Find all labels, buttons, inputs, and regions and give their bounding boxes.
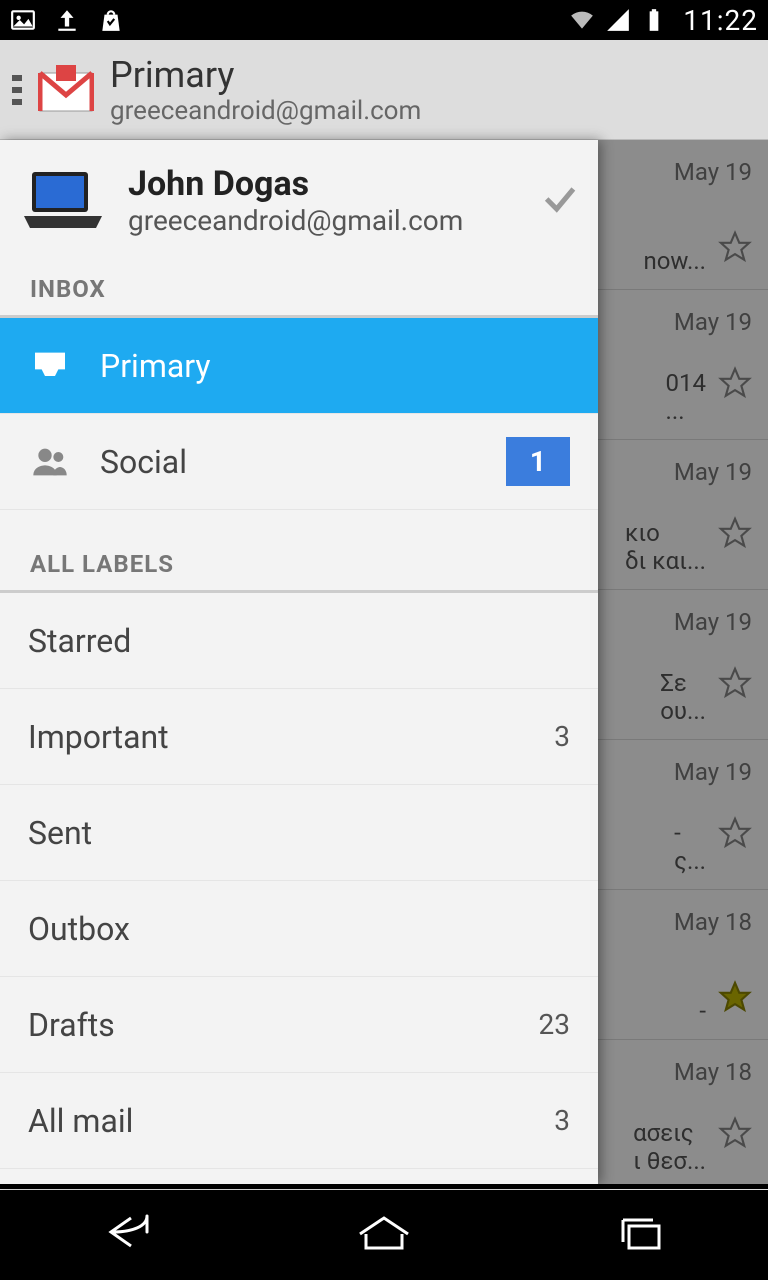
people-icon [28,440,72,484]
item-count: 3 [554,720,570,753]
avatar-laptop-icon [18,166,108,236]
label-item-all-mail[interactable]: All mail 3 [0,1073,598,1169]
header-subtitle: greeceandroid@gmail.com [110,96,421,126]
back-button[interactable] [68,1202,188,1262]
main-area: May 19 now... May 19 014... May 19 κιοδι… [0,140,768,1184]
recent-button[interactable] [580,1202,700,1262]
item-label: Social [100,443,478,481]
signal-icon [605,7,631,33]
label-item-starred[interactable]: Starred [0,593,598,689]
upload-icon [54,7,80,33]
section-inbox-header: INBOX [0,265,598,318]
item-label: Outbox [28,910,570,948]
picture-icon [10,7,36,33]
item-label: Drafts [28,1006,511,1044]
unread-badge: 1 [506,437,570,486]
gmail-icon [38,65,94,115]
account-email: greeceandroid@gmail.com [128,204,463,237]
label-item-drafts[interactable]: Drafts 23 [0,977,598,1073]
battery-icon [641,7,667,33]
app-header[interactable]: Primary greeceandroid@gmail.com [0,40,768,140]
header-title: Primary [110,54,421,96]
system-nav-bar [0,1184,768,1280]
item-label: Starred [28,622,570,660]
item-label: All mail [28,1102,526,1140]
label-item-important[interactable]: Important 3 [0,689,598,785]
label-item-sent[interactable]: Sent [0,785,598,881]
account-header[interactable]: John Dogas greeceandroid@gmail.com [0,140,598,265]
item-count: 3 [554,1104,570,1137]
item-label: Primary [100,347,570,385]
navigation-drawer: John Dogas greeceandroid@gmail.com INBOX… [0,140,598,1184]
inbox-item-social[interactable]: Social 1 [0,414,598,510]
home-button[interactable] [324,1202,444,1262]
wifi-icon [569,7,595,33]
menu-icon[interactable] [12,75,22,105]
item-label: Sent [28,814,570,852]
inbox-icon [28,344,72,388]
status-bar: 11:22 [0,0,768,40]
section-labels-header: ALL LABELS [0,540,598,593]
item-label: Important [28,718,526,756]
status-clock: 11:22 [683,4,758,37]
inbox-item-primary[interactable]: Primary [0,318,598,414]
shopping-icon [98,7,124,33]
account-name: John Dogas [128,164,463,204]
label-item-outbox[interactable]: Outbox [0,881,598,977]
checkmark-icon[interactable] [540,179,580,223]
item-count: 23 [539,1008,570,1041]
